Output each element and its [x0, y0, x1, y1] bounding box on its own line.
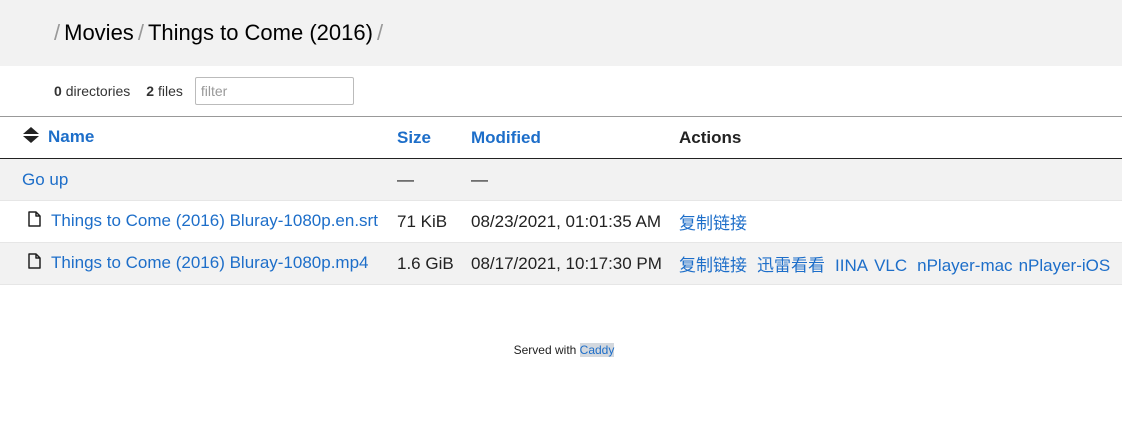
filter-input[interactable]: filter: [194, 77, 354, 105]
file-icon: [28, 253, 41, 274]
page-footer: Served with Caddy: [0, 343, 1122, 357]
nplayer-mac-action[interactable]: nPlayer-mac: [917, 256, 1012, 275]
xunlei-action[interactable]: 迅雷看看: [757, 256, 825, 275]
sort-by-modified-link[interactable]: Modified: [471, 128, 541, 147]
breadcrumb: / Movies / Things to Come (2016) /: [54, 20, 387, 46]
served-with-text: Served with: [513, 343, 577, 357]
modified-column-header[interactable]: Modified: [471, 117, 679, 159]
file-actions: 复制链接 迅雷看看 IINA VLC nPlayer-mac nPlayer-iOS: [679, 243, 1122, 285]
file-actions: 复制链接: [679, 201, 1122, 243]
file-modified: 08/23/2021, 01:01:35 AM: [471, 211, 661, 231]
go-up-link[interactable]: Go up: [22, 170, 68, 189]
table-header-row: Name Size Modified Actions: [0, 116, 1122, 159]
file-size: 71 KiB: [397, 211, 448, 231]
file-name-link[interactable]: Things to Come (2016) Bluray-1080p.en.sr…: [51, 211, 378, 230]
go-up-size: —: [397, 169, 414, 189]
sort-by-size-link[interactable]: Size: [397, 128, 431, 147]
table-row: Things to Come (2016) Bluray-1080p.en.sr…: [0, 201, 1122, 243]
file-icon: [28, 211, 41, 232]
iina-action[interactable]: IINA: [835, 256, 868, 275]
file-modified: 08/17/2021, 10:17:30 PM: [471, 253, 662, 273]
sort-arrows-icon[interactable]: [22, 126, 40, 149]
copy-link-action[interactable]: 复制链接: [679, 256, 747, 275]
name-column-header[interactable]: Name: [0, 117, 397, 159]
size-column-header[interactable]: Size: [397, 117, 471, 159]
sort-by-name-link[interactable]: Name: [48, 127, 94, 146]
file-name-link[interactable]: Things to Come (2016) Bluray-1080p.mp4: [51, 253, 369, 272]
breadcrumb-separator: /: [54, 20, 61, 45]
copy-link-action[interactable]: 复制链接: [679, 214, 747, 233]
nplayer-ios-action[interactable]: nPlayer-iOS: [1019, 256, 1111, 275]
file-count: 2 files: [146, 83, 183, 99]
listing-summary: 0 directories 2 files filter: [0, 66, 1122, 116]
caddy-link[interactable]: Caddy: [579, 343, 615, 357]
breadcrumb-movies[interactable]: Movies: [64, 20, 134, 46]
vlc-action[interactable]: VLC: [874, 256, 907, 275]
breadcrumb-separator: /: [376, 20, 384, 45]
table-row: Things to Come (2016) Bluray-1080p.mp4 1…: [0, 242, 1122, 285]
directory-count: 0 directories: [54, 83, 131, 99]
file-table: Name Size Modified Actions Go up — — Thi…: [0, 116, 1122, 285]
go-up-modified: —: [471, 169, 488, 189]
actions-column-header: Actions: [679, 127, 742, 147]
page-header: / Movies / Things to Come (2016) /: [0, 0, 1122, 66]
go-up-row: Go up — —: [0, 158, 1122, 201]
file-size: 1.6 GiB: [397, 253, 454, 273]
breadcrumb-separator: /: [137, 20, 144, 45]
breadcrumb-current-folder[interactable]: Things to Come (2016): [148, 20, 373, 46]
